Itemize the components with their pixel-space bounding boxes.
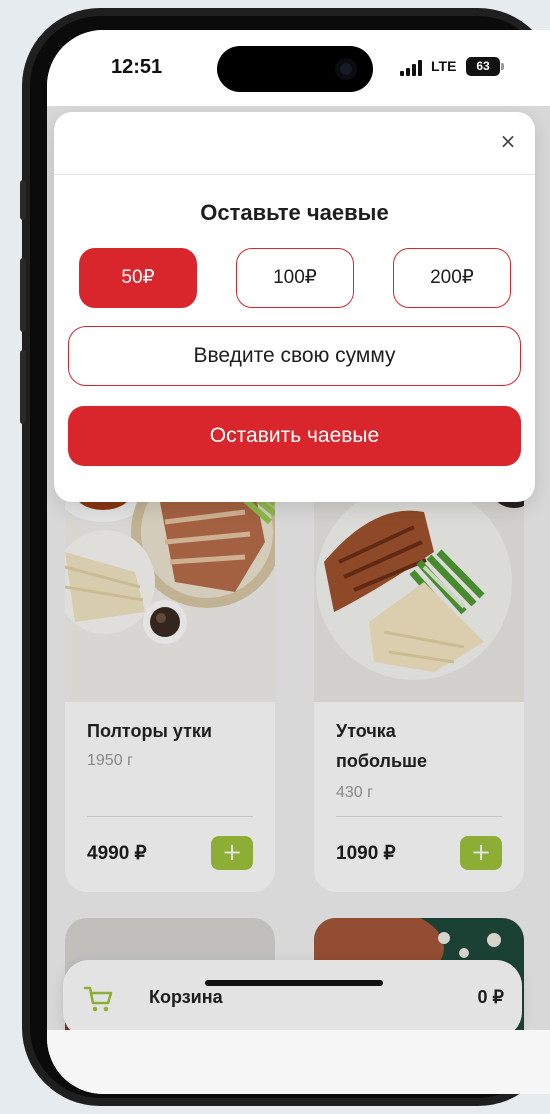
modal-divider (54, 174, 535, 175)
camera-icon (335, 58, 357, 80)
dynamic-island (217, 46, 373, 92)
tip-option-200[interactable]: 200₽ (393, 248, 511, 308)
network-label: LTE (431, 58, 457, 74)
status-bar: 12:51 LTE 63 (47, 30, 550, 106)
close-icon[interactable]: × (495, 128, 521, 154)
tips-modal: × Оставьте чаевые 50₽ 100₽ 200₽ Оставить… (54, 112, 535, 502)
side-button (20, 180, 26, 220)
battery-level: 63 (466, 57, 500, 76)
tip-option-50[interactable]: 50₽ (79, 248, 197, 308)
home-indicator[interactable] (205, 980, 383, 986)
signal-icon (400, 60, 424, 76)
custom-amount-input[interactable] (68, 326, 521, 386)
phone-screen: 12:51 LTE 63 Полторы утки 1950 г 4990 ₽ … (47, 30, 550, 1094)
modal-title: Оставьте чаевые (200, 200, 389, 225)
home-area (47, 1030, 550, 1094)
volume-up-button (20, 258, 26, 332)
volume-down-button (20, 350, 26, 424)
battery-icon: 63 (466, 57, 504, 76)
submit-tip-button[interactable]: Оставить чаевые (68, 406, 521, 466)
tip-option-100[interactable]: 100₽ (236, 248, 354, 308)
status-time: 12:51 (111, 56, 163, 78)
